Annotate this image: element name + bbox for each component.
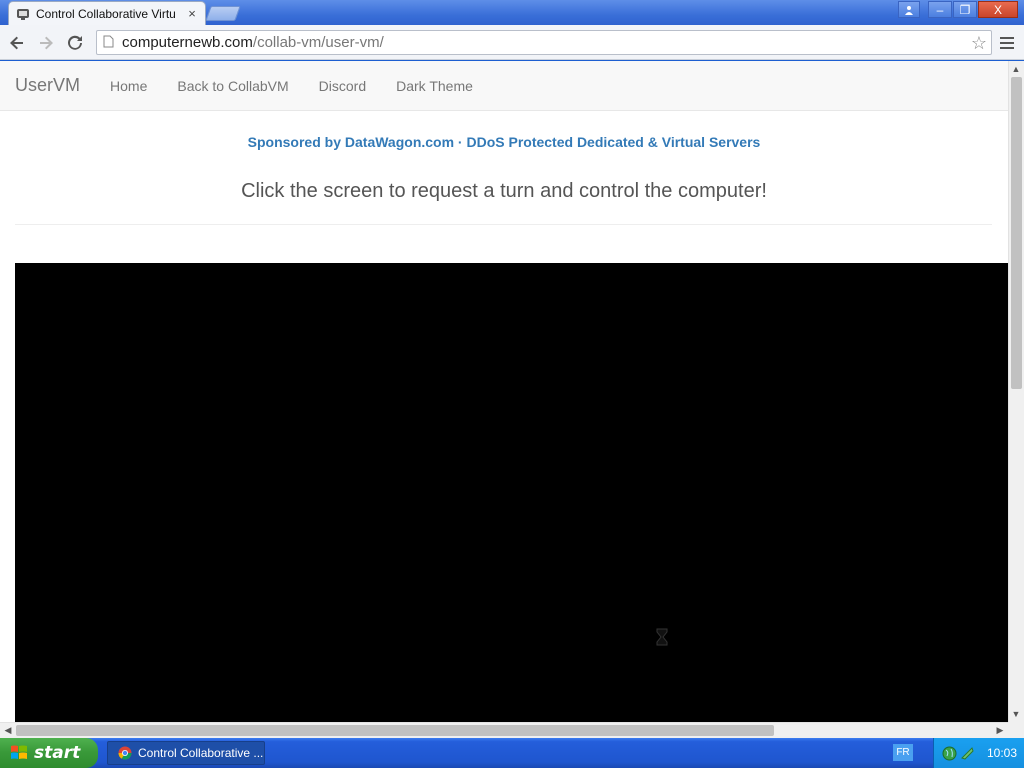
nav-link-back-to-collabvm[interactable]: Back to CollabVM	[162, 78, 303, 94]
nav-link-home[interactable]: Home	[95, 78, 162, 94]
vm-display-screen[interactable]	[15, 263, 1008, 722]
windows-taskbar: start Control Collaborative ... FR 10:03	[0, 738, 1024, 768]
arrow-right-icon	[40, 36, 53, 50]
page-headline: Click the screen to request a turn and c…	[241, 180, 767, 202]
site-navbar: UserVM Home Back to CollabVM Discord Dar…	[0, 61, 1008, 111]
browser-title-bar: Control Collaborative Virtu × – ❐ X	[0, 0, 1024, 25]
arrow-left-icon	[10, 36, 23, 50]
minimize-button[interactable]: –	[928, 1, 952, 18]
browser-toolbar: computernewb.com/collab-vm/user-vm/ ☆	[0, 25, 1024, 60]
vertical-scroll-thumb[interactable]	[1011, 77, 1022, 389]
chrome-menu-button[interactable]	[996, 32, 1018, 54]
vertical-scrollbar[interactable]: ▲ ▼	[1008, 61, 1024, 722]
system-tray: 10:03	[933, 738, 1024, 768]
start-label: start	[34, 743, 81, 763]
sponsor-link[interactable]: Sponsored by DataWagon.com · DDoS Protec…	[0, 134, 1008, 150]
divider	[15, 224, 992, 225]
taskbar-clock[interactable]: 10:03	[987, 746, 1017, 760]
scroll-left-icon[interactable]: ◀	[1, 723, 15, 737]
busy-cursor-icon	[656, 628, 668, 646]
page-viewport: UserVM Home Back to CollabVM Discord Dar…	[0, 61, 1008, 722]
nav-link-discord[interactable]: Discord	[304, 78, 381, 94]
horizontal-scroll-thumb[interactable]	[16, 725, 774, 736]
scroll-down-icon[interactable]: ▼	[1009, 707, 1023, 721]
tab-title: Control Collaborative Virtu	[36, 6, 176, 21]
reload-button[interactable]	[64, 32, 86, 54]
bookmark-star-icon[interactable]: ☆	[971, 33, 987, 54]
language-indicator[interactable]: FR	[893, 744, 913, 761]
menu-icon	[1000, 37, 1014, 49]
scroll-right-icon[interactable]: ▶	[993, 723, 1007, 737]
browser-tab[interactable]: Control Collaborative Virtu ×	[8, 1, 206, 25]
scrollbar-corner	[1008, 722, 1024, 738]
scroll-up-icon[interactable]: ▲	[1009, 62, 1023, 76]
forward-button[interactable]	[35, 32, 57, 54]
network-globe-icon[interactable]	[942, 746, 957, 761]
url-host: computernewb.com	[122, 34, 253, 51]
close-icon: X	[993, 2, 1002, 17]
collabvm-favicon-icon	[15, 6, 31, 22]
nav-link-dark-theme[interactable]: Dark Theme	[381, 78, 488, 94]
restore-icon: ❐	[959, 2, 971, 17]
page-icon	[103, 35, 114, 51]
horizontal-scrollbar[interactable]: ◀ ▶	[0, 722, 1008, 738]
reload-icon	[68, 35, 82, 50]
new-tab-button[interactable]	[205, 6, 241, 21]
site-brand[interactable]: UserVM	[15, 75, 80, 96]
user-profile-button[interactable]	[898, 1, 920, 18]
taskbar-item-chrome[interactable]: Control Collaborative ...	[107, 741, 265, 765]
minimize-icon: –	[936, 2, 944, 17]
restore-button[interactable]: ❐	[953, 1, 977, 18]
back-button[interactable]	[6, 32, 28, 54]
start-button[interactable]: start	[0, 738, 98, 768]
url-path: /collab-vm/user-vm/	[252, 34, 384, 51]
tab-close-icon[interactable]: ×	[185, 6, 199, 21]
close-window-button[interactable]: X	[978, 1, 1018, 18]
windows-logo-icon	[11, 745, 27, 759]
chrome-icon	[118, 746, 132, 760]
taskbar-item-label: Control Collaborative ...	[138, 746, 264, 760]
address-bar[interactable]: computernewb.com/collab-vm/user-vm/ ☆	[96, 30, 992, 55]
safely-remove-hardware-icon[interactable]	[960, 746, 975, 761]
